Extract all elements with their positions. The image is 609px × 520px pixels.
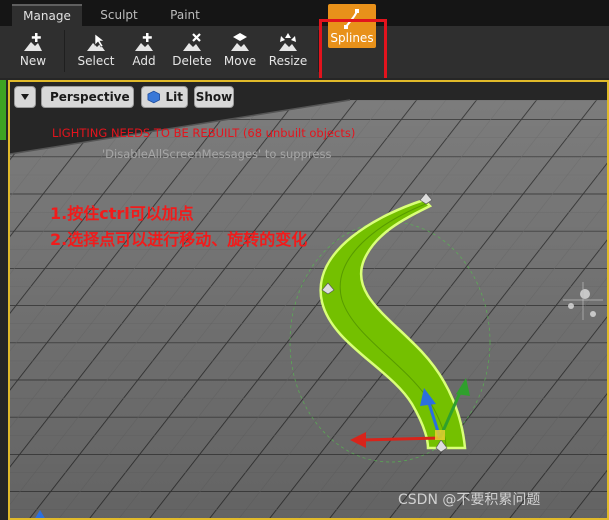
show-button[interactable]: Show [194,86,234,108]
move-button[interactable]: Move [216,26,264,76]
select-label: Select [77,54,115,68]
resize-label: Resize [268,54,308,68]
splines-highlight-box [319,19,387,83]
side-panel-edge [0,80,6,140]
chevron-down-icon [21,94,29,100]
move-icon [231,33,249,51]
suppress-hint: 'DisableAllScreenMessages' to suppress [102,147,332,161]
mode-tab-bar: Manage Sculpt Paint [0,0,609,26]
add-button[interactable]: Add [120,26,168,76]
show-label: Show [195,90,233,104]
watermark: CSDN @不要积累问题 [398,492,541,508]
annotation-line-1: 1.按住ctrl可以加点 [50,204,194,223]
new-label: New [19,54,47,68]
new-button[interactable]: New [9,26,57,76]
select-icon [87,33,105,51]
add-icon [135,33,153,51]
delete-button[interactable]: Delete [168,26,216,76]
viewport-options-button[interactable] [14,86,36,108]
resize-icon [279,33,297,51]
select-button[interactable]: Select [72,26,120,76]
delete-icon [183,33,201,51]
landscape-toolbar: New Select Add Delete Move Resize [0,26,609,78]
tab-paint[interactable]: Paint [156,4,214,26]
lit-sphere-icon [147,90,160,104]
add-label: Add [132,54,156,68]
perspective-label: Perspective [50,90,130,104]
move-label: Move [223,54,257,68]
tab-manage[interactable]: Manage [12,4,82,26]
viewport-active-border [8,80,609,520]
annotation-line-2: 2.选择点可以进行移动、旋转的变化 [50,230,308,249]
delete-label: Delete [172,54,212,68]
toolbar-separator [64,30,65,72]
resize-button[interactable]: Resize [264,26,312,76]
perspective-button[interactable]: Perspective [41,86,134,108]
lit-label: Lit [165,90,184,104]
new-icon [24,33,42,51]
lighting-warning: LIGHTING NEEDS TO BE REBUILT (68 unbuilt… [52,126,356,140]
lit-button[interactable]: Lit [141,86,188,108]
tab-sculpt[interactable]: Sculpt [88,4,150,26]
